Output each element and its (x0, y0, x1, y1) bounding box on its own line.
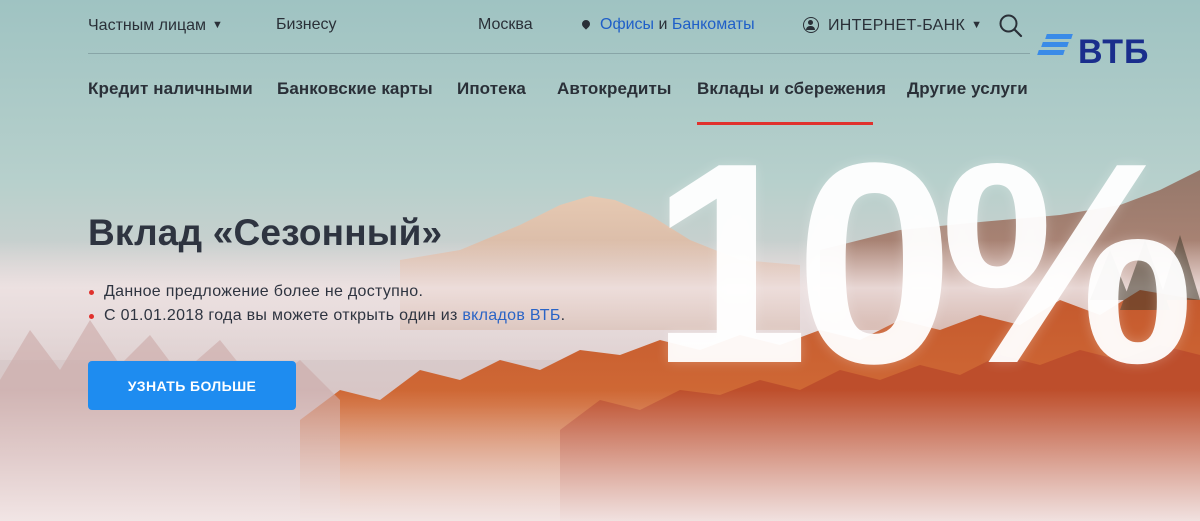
hero-bullet-2-prefix: С 01.01.2018 года вы можете открыть один… (104, 307, 463, 324)
nav-item-deposits[interactable]: Вклады и сбережения (697, 78, 886, 100)
nav-item-car-loans[interactable]: Автокредиты (557, 78, 672, 100)
utility-bar: Частным лицам ▼ Бизнесу Москва Офисы и Ба… (0, 0, 1200, 52)
hero-bullet-1-text: Данное предложение более не доступно. (104, 283, 424, 300)
offices-atms: Офисы и Банкоматы (580, 14, 755, 36)
segment-individuals-label: Частным лицам (88, 17, 207, 34)
logo-wordmark: ВТБ (1078, 33, 1150, 71)
hero-bullet-unavailable: Данное предложение более не доступно. (88, 280, 565, 304)
city-selector[interactable]: Москва (478, 14, 533, 36)
hero-bullet-2-suffix: . (560, 307, 566, 324)
nav-active-indicator (697, 122, 873, 125)
nav-item-mortgage[interactable]: Ипотека (457, 78, 526, 100)
vtb-deposits-link[interactable]: вкладов ВТБ (462, 307, 560, 324)
main-navigation: Кредит наличными Банковские карты Ипотек… (0, 78, 1100, 125)
segment-business-link[interactable]: Бизнесу (276, 14, 337, 36)
internet-bank-dropdown[interactable]: ИНТЕРНЕТ-БАНК ▼ (803, 14, 982, 37)
atms-link[interactable]: Банкоматы (672, 16, 755, 33)
nav-item-other-services[interactable]: Другие услуги (907, 78, 1028, 100)
search-icon (999, 14, 1023, 38)
hero-bullet-list: Данное предложение более не доступно. С … (88, 280, 565, 328)
internet-bank-label: ИНТЕРНЕТ-БАНК (828, 17, 966, 34)
chevron-down-icon: ▼ (971, 19, 983, 31)
vtb-logo[interactable]: ВТБ (1037, 32, 1160, 76)
chevron-down-icon: ▼ (212, 19, 223, 31)
logo-mark-icon (1037, 34, 1074, 56)
offices-atms-conjunction: и (658, 16, 668, 33)
segment-individuals-dropdown[interactable]: Частным лицам ▼ (88, 14, 223, 37)
search-button[interactable] (998, 13, 1024, 39)
offices-link[interactable]: Офисы (600, 16, 654, 33)
user-icon (803, 17, 819, 33)
header-divider (88, 53, 1030, 54)
nav-item-cash-loans[interactable]: Кредит наличными (88, 78, 253, 100)
hero-big-rate: 10% (650, 103, 1194, 423)
hero-title: Вклад «Сезонный» (88, 212, 443, 253)
hero-bullet-open-deposit: С 01.01.2018 года вы можете открыть один… (88, 304, 565, 328)
nav-item-bank-cards[interactable]: Банковские карты (277, 78, 433, 100)
learn-more-button[interactable]: УЗНАТЬ БОЛЬШЕ (88, 361, 296, 410)
map-pin-icon (580, 18, 592, 30)
